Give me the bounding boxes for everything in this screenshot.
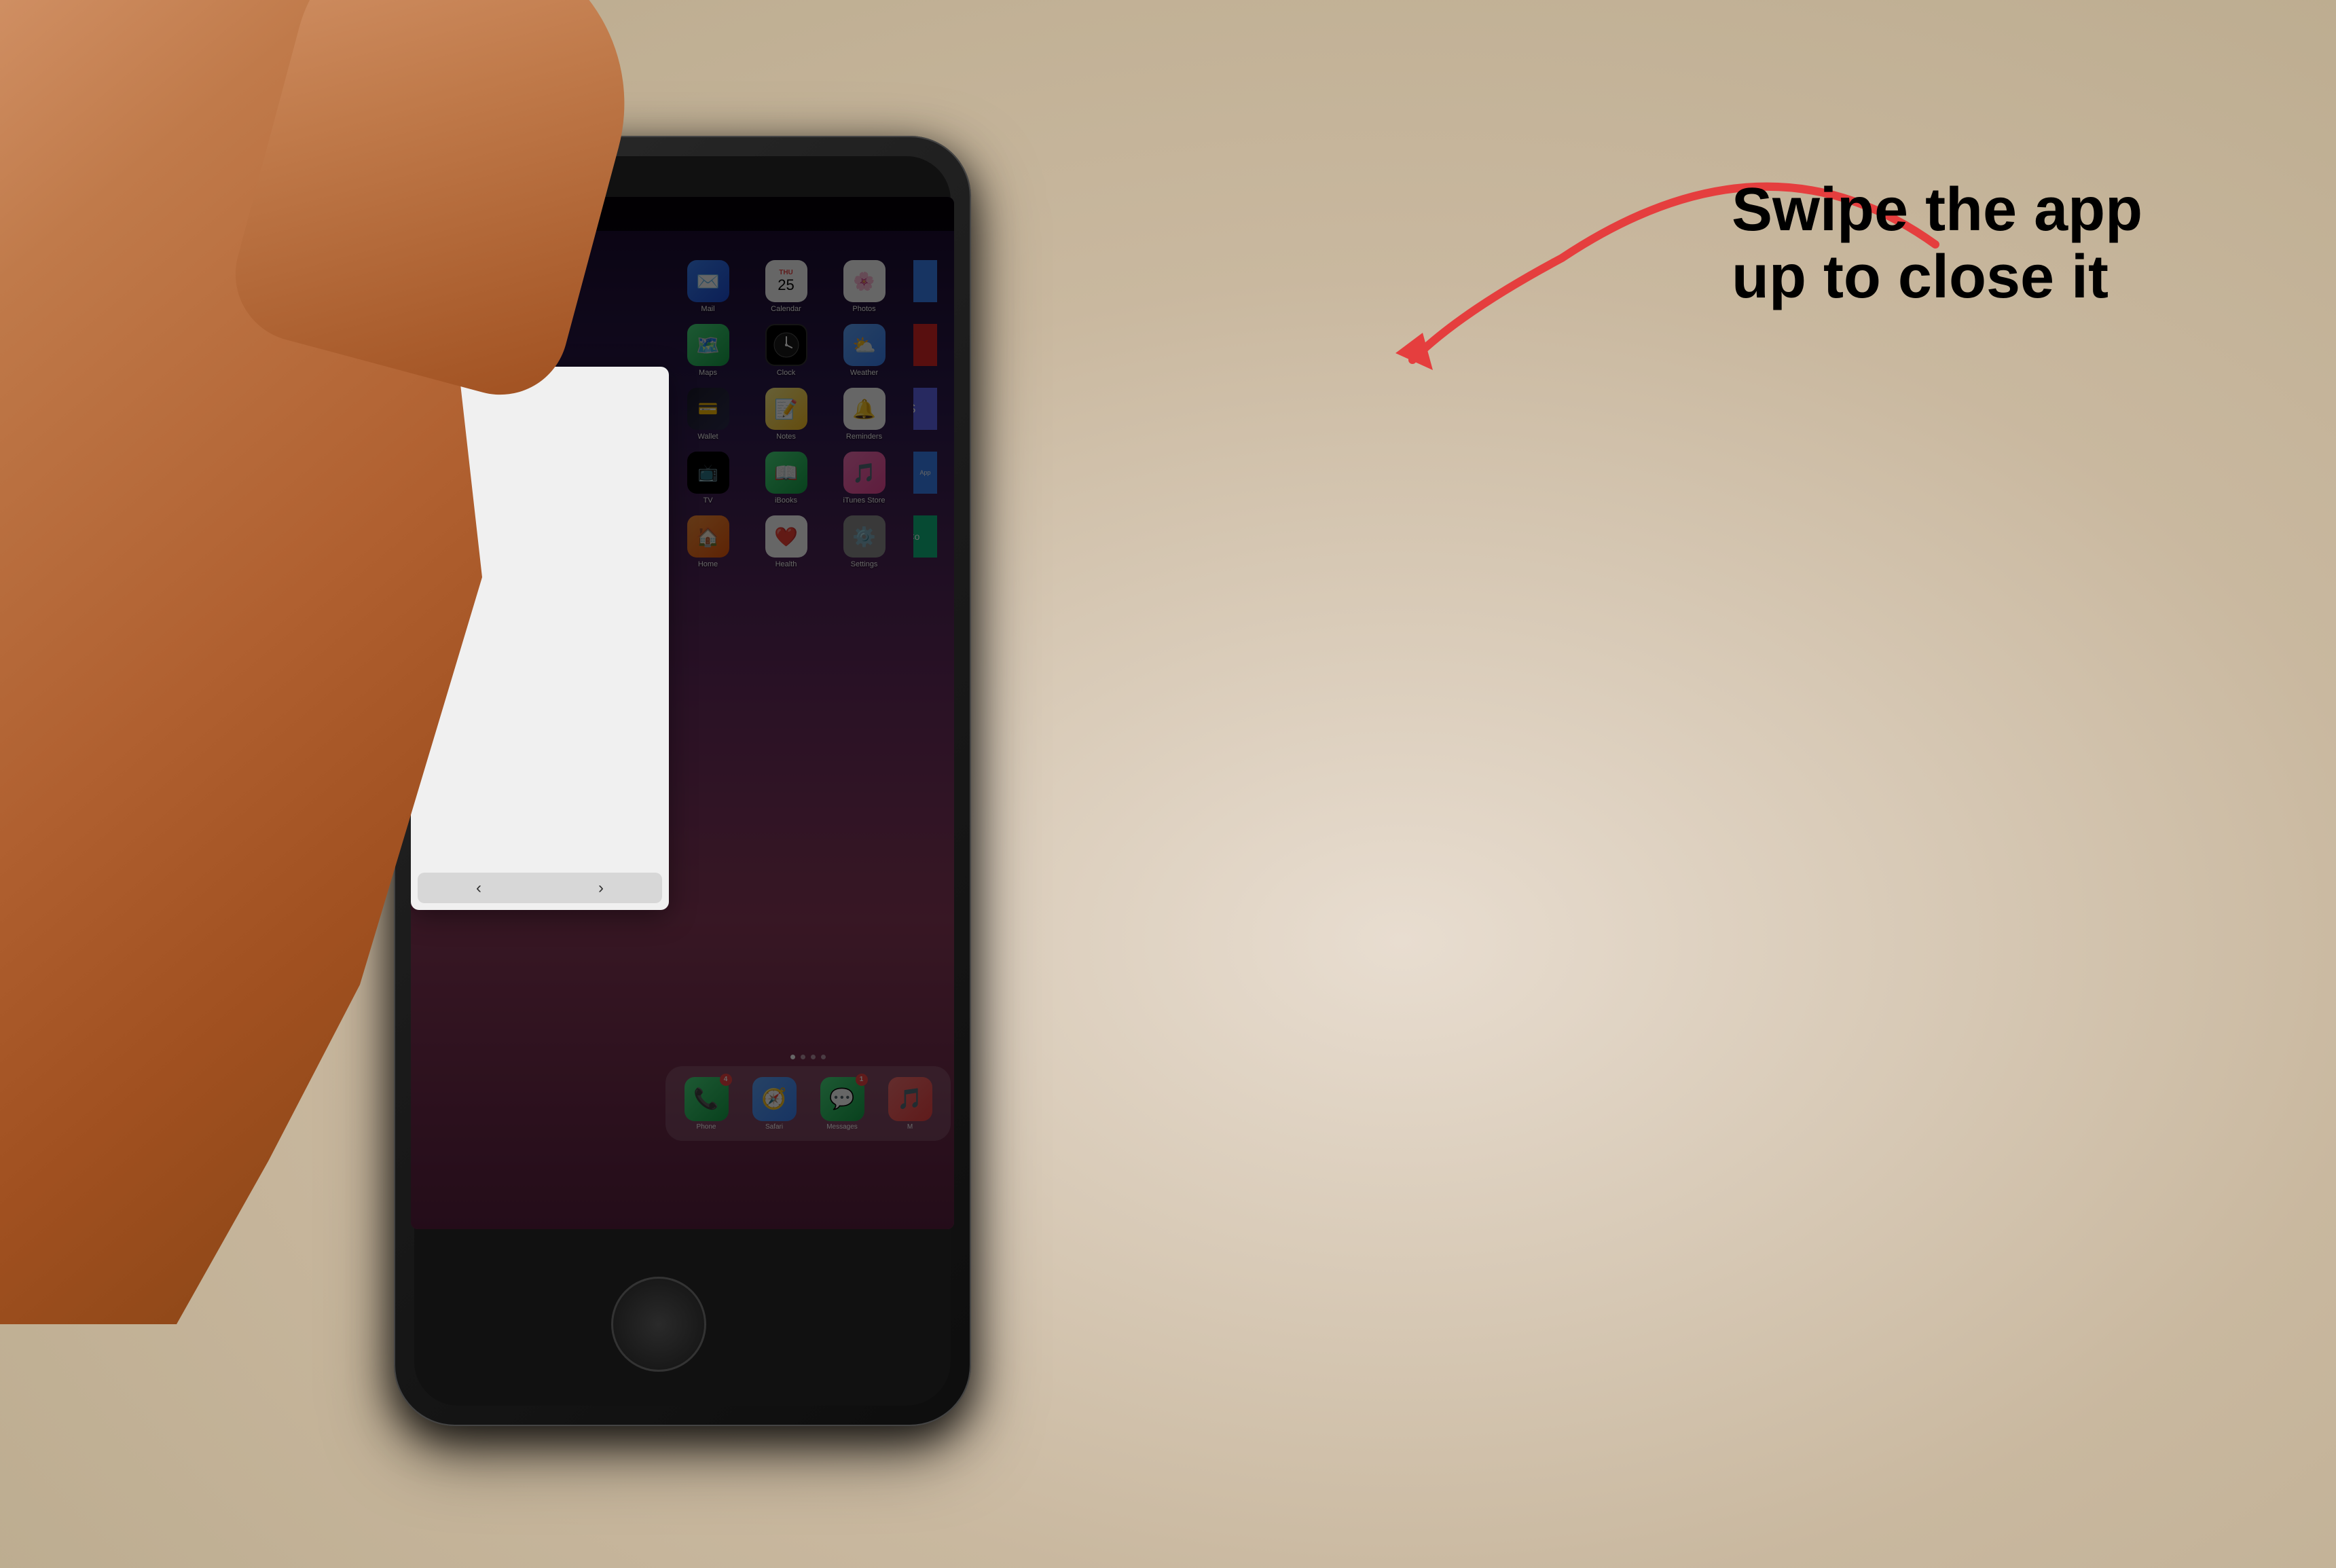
nav-back-arrow[interactable]: ‹ [476,879,481,898]
app-switcher-nav: ‹ › [418,873,662,903]
nav-forward-arrow[interactable]: › [598,879,604,898]
home-button[interactable] [611,1277,706,1372]
annotation-line2: up to close it [1732,244,2207,311]
annotation-container: Swipe the app up to close it [1222,54,2241,530]
annotation-line1: Swipe the app [1732,177,2207,244]
annotation-text-block: Swipe the app up to close it [1732,177,2207,311]
